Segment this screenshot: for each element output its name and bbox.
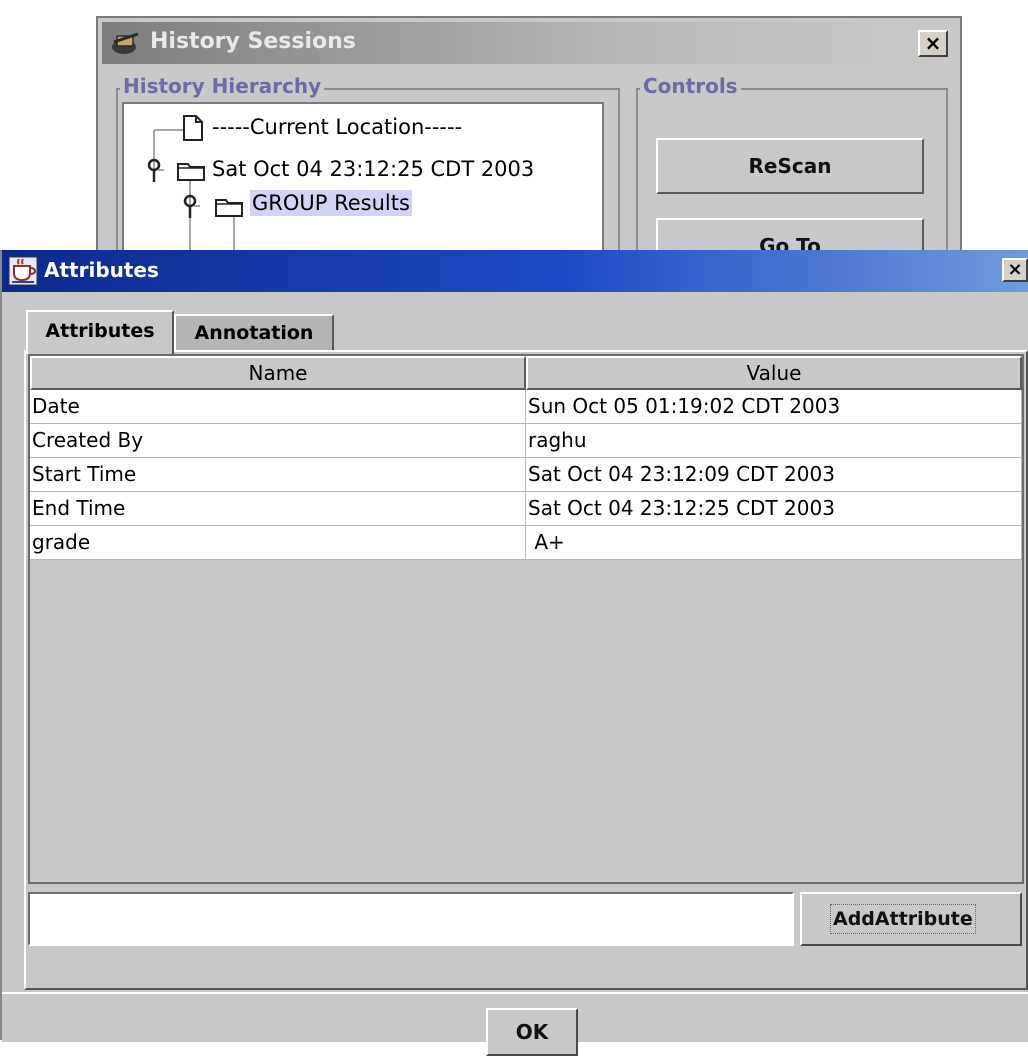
tree-item-label: GROUP Results [250,190,412,216]
table-row[interactable]: Created By raghu [30,424,1022,458]
tab-annotation[interactable]: Annotation [174,314,334,350]
folder-icon [215,199,243,217]
history-hierarchy-label: History Hierarchy [120,74,325,98]
add-attribute-button[interactable]: AddAttribute [800,892,1022,946]
column-header-name[interactable]: Name [30,356,526,390]
cell-name: Created By [30,424,526,458]
add-attribute-label: AddAttribute [830,904,976,934]
table-row[interactable]: End Time Sat Oct 04 23:12:25 CDT 2003 [30,492,1022,526]
attributes-window-title: Attributes [44,258,159,282]
rescan-button[interactable]: ReScan [656,138,924,194]
history-sessions-window: History Sessions × History Hierarchy ---… [96,16,962,254]
attributes-table[interactable]: Name Value Date Sun Oct 05 01:19:02 CDT … [28,354,1024,884]
cell-name: End Time [30,492,526,526]
history-app-icon [112,32,139,54]
expand-handle-icon[interactable] [144,156,164,184]
tree-item-session[interactable]: Sat Oct 04 23:12:25 CDT 2003 [210,156,536,182]
cell-value: Sun Oct 05 01:19:02 CDT 2003 [526,390,1022,424]
cell-name: grade [30,526,526,560]
cell-value: Sat Oct 04 23:12:25 CDT 2003 [526,492,1022,526]
history-window-title: History Sessions [150,29,356,54]
tree-item-current-location[interactable]: -----Current Location----- [210,114,464,140]
attributes-close-button[interactable]: × [1002,258,1028,282]
history-hierarchy-group: History Hierarchy -----Current Location-… [116,74,620,252]
new-attribute-input[interactable] [28,892,794,946]
cell-name: Start Time [30,458,526,492]
tree-item-group-results[interactable]: GROUP Results [250,190,412,216]
cell-name: Date [30,390,526,424]
java-app-icon [8,256,38,286]
table-header: Name Value [30,356,1022,390]
folder-icon [177,163,205,181]
table-row[interactable]: Date Sun Oct 05 01:19:02 CDT 2003 [30,390,1022,424]
controls-group: Controls ReScan Go To [636,74,948,252]
cell-value: raghu [526,424,1022,458]
attributes-tab-panel: Name Value Date Sun Oct 05 01:19:02 CDT … [24,350,1028,990]
attributes-title-bar[interactable]: Attributes × [2,250,1028,292]
column-header-value[interactable]: Value [526,356,1022,390]
cell-value: Sat Oct 04 23:12:09 CDT 2003 [526,458,1022,492]
tab-attributes[interactable]: Attributes [26,310,174,354]
document-icon [183,115,203,141]
history-close-button[interactable]: × [918,30,948,57]
expand-handle-icon[interactable] [180,192,200,220]
attributes-window: Attributes × Attributes Annotation Name … [0,250,1028,1056]
tree-item-label: Sat Oct 04 23:12:25 CDT 2003 [212,157,535,181]
history-tree[interactable]: -----Current Location----- Sat Oct 04 23… [122,102,604,252]
goto-button[interactable]: Go To [656,218,924,252]
table-row[interactable]: grade A+ [30,526,1022,560]
ok-button[interactable]: OK [486,1008,578,1056]
tree-item-label: -----Current Location----- [212,115,463,139]
history-title-bar[interactable]: History Sessions × [102,22,956,64]
cell-value: A+ [526,526,1022,560]
controls-label: Controls [640,74,741,98]
table-row[interactable]: Start Time Sat Oct 04 23:12:09 CDT 2003 [30,458,1022,492]
